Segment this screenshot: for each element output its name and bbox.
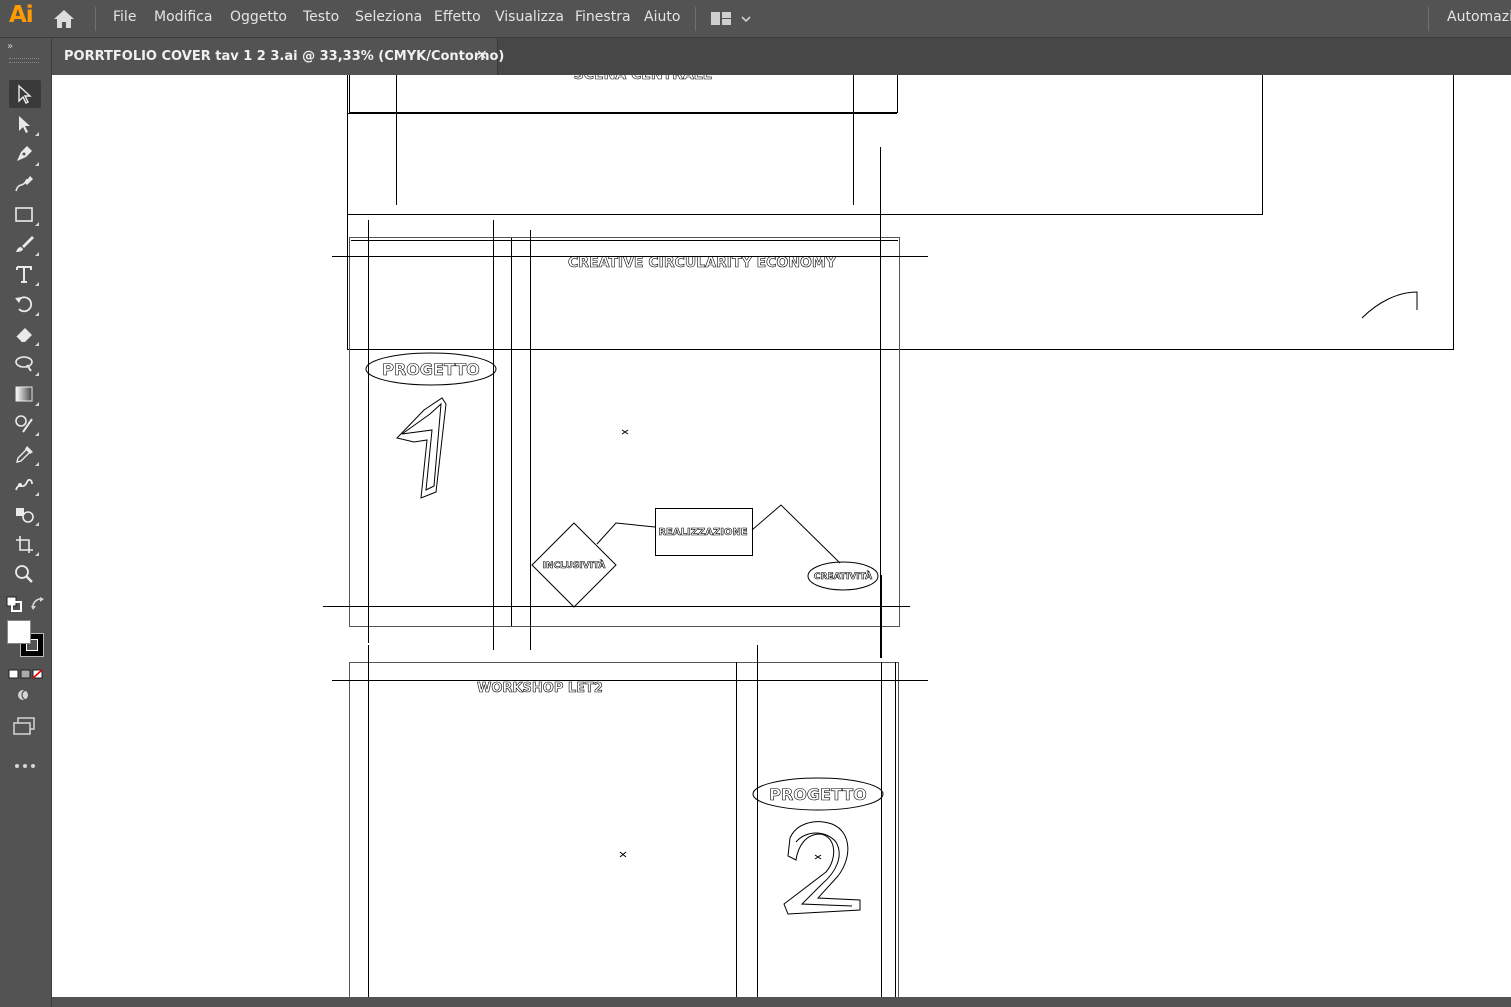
menu-finestra[interactable]: Finestra [575, 9, 631, 25]
menu-oggetto[interactable]: Oggetto [230, 9, 287, 25]
artboard-2-outline [332, 645, 928, 997]
menu-file[interactable]: File [113, 9, 136, 25]
home-icon[interactable] [52, 8, 76, 30]
eraser-tool[interactable] [9, 320, 41, 348]
curvature-tool[interactable] [9, 170, 41, 198]
menu-aiuto[interactable]: Aiuto [644, 9, 680, 25]
artwork-progetto-2: PROGETTO [769, 785, 867, 804]
automation-label[interactable]: Automazi [1447, 9, 1511, 25]
rectangle-tool[interactable] [9, 200, 41, 228]
symbol-sprayer-icon [16, 508, 34, 523]
swap-fill-stroke-icon[interactable] [30, 596, 48, 614]
artboard-icon [16, 536, 33, 553]
paintbrush-tool[interactable] [9, 230, 41, 258]
selection-arrow-icon [18, 84, 32, 104]
number-2-figure-outline [783, 821, 861, 915]
pen-tool[interactable] [9, 140, 41, 168]
artwork-node-creativita: CREATIVITÀ [814, 570, 872, 582]
collapse-panel-icon[interactable]: » [7, 41, 13, 52]
lasso-icon [15, 356, 33, 372]
zoom-icon [15, 565, 33, 583]
menu-seleziona[interactable]: Seleziona [355, 9, 422, 25]
menu-testo[interactable]: Testo [303, 9, 339, 25]
curvature-icon [15, 176, 33, 192]
close-icon[interactable]: × [476, 47, 488, 63]
menu-visualizza[interactable]: Visualizza [495, 9, 564, 25]
status-bar [52, 997, 1511, 1007]
panel-grip[interactable] [9, 58, 39, 63]
eyedropper-tool[interactable] [9, 440, 41, 468]
paintbrush-icon [16, 236, 34, 252]
rotate-icon [15, 296, 33, 313]
artboard-tool[interactable] [9, 530, 41, 558]
artwork-text-scena: SCENA CENTRALE [574, 75, 713, 83]
pen-icon [17, 146, 32, 161]
eyedropper-icon [16, 446, 33, 463]
rectangle-icon [15, 207, 33, 222]
puppet-warp-icon [15, 478, 33, 491]
zoom-tool[interactable] [9, 560, 41, 588]
shape-builder-tool[interactable] [9, 410, 41, 438]
artwork-progetto-1: PROGETTO [382, 360, 480, 379]
eraser-icon [15, 328, 32, 343]
menu-separator [1428, 7, 1429, 31]
document-tab[interactable]: PORRTFOLIO COVER tav 1 2 3.ai @ 33,33% (… [52, 38, 504, 75]
default-fill-stroke-icon[interactable] [6, 596, 24, 614]
shape-builder-icon [15, 415, 33, 433]
canvas[interactable]: SCENA CENTRALE CREATIVE CIRCULARITY ECON… [52, 75, 1511, 997]
menu-separator [95, 7, 96, 31]
app-logo: Ai [9, 2, 34, 28]
menu-separator [695, 7, 696, 31]
artwork-outline[interactable]: SCENA CENTRALE CREATIVE CIRCULARITY ECON… [52, 75, 1511, 997]
number-1-figure-outline [396, 397, 447, 499]
fill-swatch[interactable] [7, 620, 31, 644]
workspace-switcher[interactable] [710, 8, 756, 30]
rotate-tool[interactable] [9, 290, 41, 318]
gradient-icon [15, 386, 33, 402]
selection-tool[interactable] [9, 80, 41, 108]
type-icon [16, 266, 32, 283]
artwork-node-inclusivita: INCLUSIVITÀ [543, 559, 606, 571]
document-tab-bar: PORRTFOLIO COVER tav 1 2 3.ai @ 33,33% (… [52, 38, 1511, 75]
fill-stroke-swatches[interactable] [7, 620, 44, 657]
menu-effetto[interactable]: Effetto [434, 9, 481, 25]
color-mode-buttons[interactable] [8, 665, 44, 679]
workspace-layout-icon [711, 12, 751, 25]
menu-bar: Ai File Modifica Oggetto Testo Seleziona… [0, 0, 1511, 38]
artwork-title-workshop: WORKSHOP LET2 [477, 681, 603, 696]
symbol-sprayer-tool[interactable] [9, 500, 41, 528]
large-frame-outline [347, 75, 1454, 350]
direct-selection-icon [19, 116, 30, 133]
top-artboard-outline [347, 75, 1263, 215]
puppet-warp-tool[interactable] [9, 470, 41, 498]
document-tab-title[interactable]: PORRTFOLIO COVER tav 1 2 3.ai @ 33,33% (… [64, 49, 504, 64]
artwork-title-creative-circularity: CREATIVE CIRCULARITY ECONOMY [568, 255, 837, 271]
drawing-modes-icon[interactable] [15, 686, 35, 704]
lasso-tool[interactable] [9, 350, 41, 378]
more-tools-icon[interactable] [12, 756, 38, 776]
direct-selection-tool[interactable] [9, 110, 41, 138]
type-tool[interactable] [9, 260, 41, 288]
screen-mode-icon[interactable] [12, 716, 38, 736]
artwork-node-realizzazione: REALIZZAZIONE [658, 527, 747, 538]
tools-panel: » [0, 38, 52, 1007]
gradient-tool[interactable] [9, 380, 41, 408]
menu-modifica[interactable]: Modifica [154, 9, 213, 25]
